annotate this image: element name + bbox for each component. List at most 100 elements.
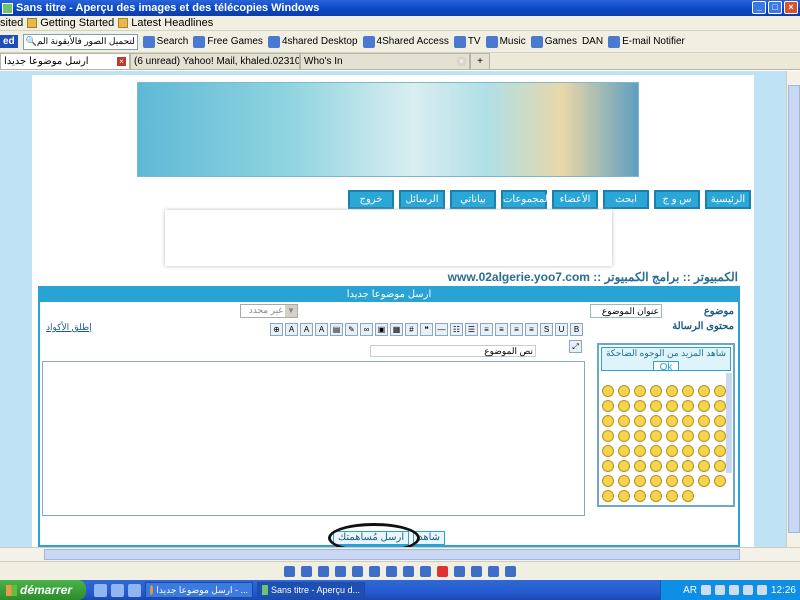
font-button[interactable]: A <box>300 322 313 336</box>
smiley-icon[interactable] <box>602 385 614 397</box>
tray-icon[interactable] <box>742 585 753 595</box>
title-field[interactable]: نص الموضوع <box>370 345 536 357</box>
tv-button[interactable]: TV <box>453 35 481 48</box>
scroll-thumb[interactable] <box>44 549 740 560</box>
nav-search[interactable]: ابحث <box>603 190 649 209</box>
nav-groups[interactable]: المجموعات <box>501 190 550 209</box>
smiley-icon[interactable] <box>682 475 694 487</box>
smiley-icon[interactable] <box>634 385 646 397</box>
close-tab-icon[interactable]: × <box>457 57 466 66</box>
best-fit-icon[interactable] <box>318 565 329 577</box>
close-button[interactable]: × <box>784 1 798 14</box>
bookmark-getting-started[interactable]: Getting Started <box>27 17 114 29</box>
clear-format-button[interactable]: A <box>285 322 298 336</box>
table-button[interactable]: ▦ <box>390 322 403 336</box>
justify-button[interactable]: ≡ <box>480 322 493 336</box>
bookmark-most-visited[interactable]: sited <box>0 17 23 29</box>
rotate-counterclockwise-icon[interactable] <box>420 565 431 577</box>
save-icon[interactable] <box>471 565 482 577</box>
actual-size-icon[interactable] <box>335 565 346 577</box>
tab-new-topic[interactable]: ارسل موضوعا جديدا × <box>0 53 130 69</box>
smiley-icon[interactable] <box>618 475 630 487</box>
smiley-icon[interactable] <box>698 430 710 442</box>
smiley-icon[interactable] <box>650 475 662 487</box>
tab-yahoo-mail[interactable]: (6 unread) Yahoo! Mail, khaled.02310× <box>130 53 300 69</box>
smiley-icon[interactable] <box>714 385 726 397</box>
tab-whos-in[interactable]: Who's In × <box>300 53 470 69</box>
align-left-button[interactable]: ≡ <box>525 322 538 336</box>
image-button[interactable]: ▣ <box>375 322 388 336</box>
smiley-icon[interactable] <box>666 385 678 397</box>
smiley-icon[interactable] <box>602 460 614 472</box>
task-image-viewer[interactable]: Sans titre - Aperçu d... <box>257 582 365 598</box>
4shared-access-button[interactable]: 4Shared Access <box>362 35 449 48</box>
search-button[interactable]: Search <box>142 35 188 48</box>
smiley-icon[interactable] <box>698 445 710 457</box>
smiley-icon[interactable] <box>714 400 726 412</box>
smiley-icon[interactable] <box>602 430 614 442</box>
smiley-icon[interactable] <box>650 400 662 412</box>
smiley-icon[interactable] <box>714 445 726 457</box>
player-control[interactable]: DAN <box>582 36 603 47</box>
smiley-icon[interactable] <box>698 415 710 427</box>
color-select[interactable]: غير محدد ▼ <box>240 304 298 318</box>
smiley-icon[interactable] <box>634 475 646 487</box>
more-editor-link[interactable]: إطلق الأكواد <box>46 322 92 333</box>
align-right-button[interactable]: ≡ <box>495 322 508 336</box>
language-indicator[interactable]: AR <box>683 585 697 596</box>
minimize-button[interactable]: _ <box>752 1 766 14</box>
smiley-icon[interactable] <box>666 430 678 442</box>
zoom-in-icon[interactable] <box>369 565 380 577</box>
scroll-thumb[interactable] <box>788 85 800 533</box>
breadcrumb[interactable]: www.02algerie.yoo7.com :: الكمبيوتر :: ب… <box>32 270 738 284</box>
browser-icon[interactable] <box>94 583 107 597</box>
smiley-icon[interactable] <box>682 415 694 427</box>
smiley-icon[interactable] <box>618 460 630 472</box>
new-tab-button[interactable]: + <box>470 53 490 69</box>
smiley-icon[interactable] <box>650 460 662 472</box>
smiley-icon[interactable] <box>618 385 630 397</box>
smiley-icon[interactable] <box>634 490 646 502</box>
hr-button[interactable]: — <box>435 322 448 336</box>
music-button[interactable]: Music <box>485 35 526 48</box>
tray-icon[interactable] <box>714 585 725 595</box>
align-center-button[interactable]: ≡ <box>510 322 523 336</box>
tray-icon[interactable] <box>700 585 711 595</box>
smiley-icon[interactable] <box>682 460 694 472</box>
smiley-icon[interactable] <box>602 445 614 457</box>
smilies-ok-button[interactable]: Ok <box>652 361 680 370</box>
desktop-icon[interactable] <box>111 583 124 597</box>
start-button[interactable]: démarrer <box>0 580 86 600</box>
smiley-icon[interactable] <box>650 445 662 457</box>
smiley-icon[interactable] <box>682 490 694 502</box>
smiley-icon[interactable] <box>698 400 710 412</box>
close-tab-icon[interactable]: × <box>117 57 126 66</box>
smiley-icon[interactable] <box>634 460 646 472</box>
resize-editor-icon[interactable]: ⤢ <box>569 340 582 353</box>
media-button[interactable]: ▤ <box>330 322 343 336</box>
open-icon[interactable] <box>488 565 499 577</box>
print-icon[interactable] <box>454 565 465 577</box>
next-image-icon[interactable] <box>301 565 312 577</box>
underline-button[interactable]: U <box>555 322 568 336</box>
smiley-icon[interactable] <box>618 415 630 427</box>
smiley-icon[interactable] <box>682 385 694 397</box>
slideshow-icon[interactable] <box>352 565 363 577</box>
smiley-icon[interactable] <box>666 400 678 412</box>
smiley-icon[interactable] <box>666 415 678 427</box>
free-games-button[interactable]: Free Games <box>193 35 263 48</box>
bold-button[interactable]: B <box>570 322 583 336</box>
smiley-icon[interactable] <box>650 385 662 397</box>
tray-icon[interactable] <box>728 585 739 595</box>
smiley-icon[interactable] <box>634 430 646 442</box>
smiley-icon[interactable] <box>618 430 630 442</box>
games-button[interactable]: Games <box>530 35 577 48</box>
smiley-icon[interactable] <box>714 475 726 487</box>
media-player-icon[interactable] <box>128 583 141 597</box>
horizontal-scrollbar[interactable] <box>0 547 800 561</box>
smiley-icon[interactable] <box>698 385 710 397</box>
other-button[interactable]: ⊕ <box>270 322 283 336</box>
smiley-icon[interactable] <box>714 430 726 442</box>
link-button[interactable]: ∞ <box>360 322 373 336</box>
smiley-icon[interactable] <box>650 430 662 442</box>
